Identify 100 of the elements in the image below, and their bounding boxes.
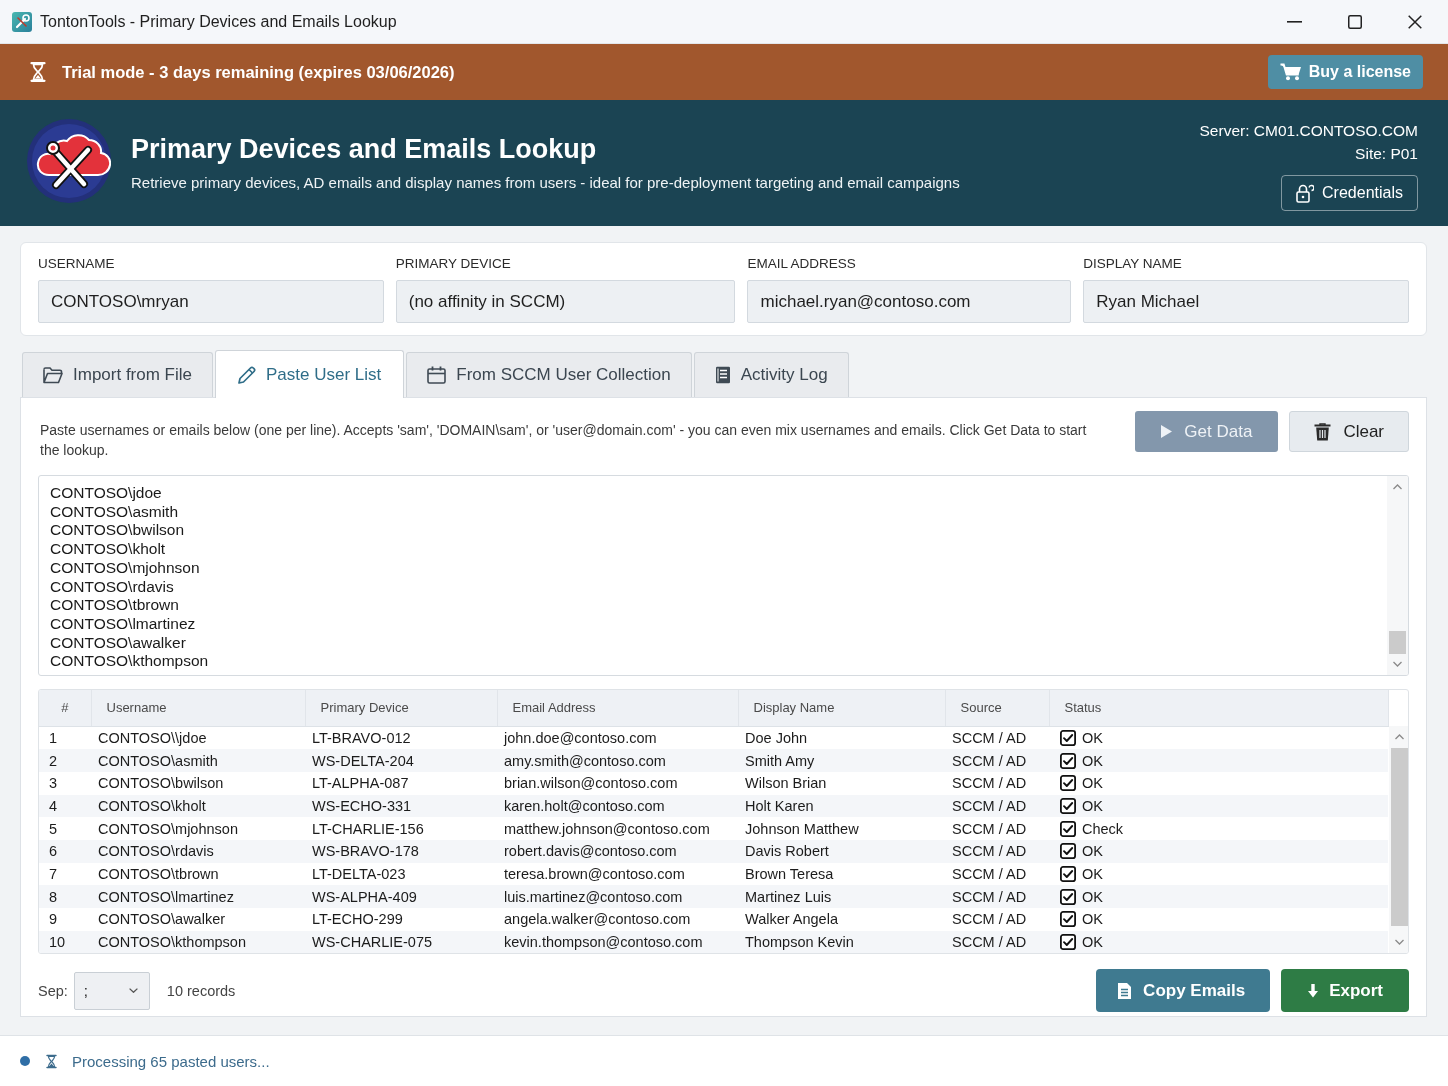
checkbox-tick-icon xyxy=(1060,865,1076,882)
credentials-button[interactable]: Credentials xyxy=(1281,175,1418,211)
status-cell: OK xyxy=(1049,930,1388,953)
cloud-tools-logo-icon xyxy=(27,119,111,203)
column-header: Status xyxy=(1049,690,1388,726)
tab[interactable]: Activity Log xyxy=(693,352,849,397)
table-cell: LT-ALPHA-087 xyxy=(305,771,497,795)
minimize-icon[interactable] xyxy=(1287,20,1302,23)
table-cell: 10 xyxy=(39,930,91,953)
table-cell: CONTOSO\awalker xyxy=(91,908,305,931)
table-cell: kevin.thompson@contoso.com xyxy=(497,930,738,953)
tab[interactable]: Import from File xyxy=(22,352,214,397)
maximize-icon[interactable] xyxy=(1348,14,1362,29)
status-cell: OK xyxy=(1049,862,1388,886)
table-cell: SCCM / AD xyxy=(945,839,1049,863)
status-cell: OK xyxy=(1049,794,1388,818)
table-cell: LT-CHARLIE-156 xyxy=(305,817,497,840)
pasted-line: CONTOSO\tbrown xyxy=(50,596,179,615)
table-cell: LT-BRAVO-012 xyxy=(305,726,497,750)
table-cell: WS-CHARLIE-075 xyxy=(305,930,497,953)
field-label: DISPLAY NAME xyxy=(1083,256,1182,272)
table-cell: CONTOSO\lmartinez xyxy=(91,885,305,908)
pasted-line: CONTOSO\asmith xyxy=(50,502,179,522)
status-text: Processing 65 pasted users... xyxy=(72,1052,270,1070)
paste-text-area[interactable]: CONTOSO\jdoe CONTOSO\asmith CONTOSO\bwilson CONTOSO\kholt CONTOSO\mjohnson CONTOSO\rdavis CONTOSO\tbrown CONTOSO\lmartinez CONTOSO\awalker CONTOSO\kthompson xyxy=(38,475,1409,676)
table-cell: Johnson Matthew xyxy=(738,817,945,840)
table-cell: SCCM / AD xyxy=(945,771,1049,795)
page-title: Primary Devices and Emails Lookup xyxy=(131,133,598,166)
checkbox-tick-icon xyxy=(1060,820,1076,837)
hourglass-icon xyxy=(30,62,46,82)
pasted-line: CONTOSO\jdoe xyxy=(50,484,162,503)
table-cell: luis.martinez@contoso.com xyxy=(497,885,738,908)
table-cell: karen.holt@contoso.com xyxy=(497,794,738,818)
pasted-line: CONTOSO\rdavis xyxy=(50,577,174,597)
vertical-scrollbar[interactable] xyxy=(1388,726,1408,953)
primary-device-field[interactable]: (no affinity in SCCM) xyxy=(395,280,736,323)
checkbox-tick-icon xyxy=(1060,843,1076,860)
status-cell: OK xyxy=(1049,908,1388,931)
table-cell: SCCM / AD xyxy=(945,908,1049,931)
field-label: EMAIL ADDRESS xyxy=(747,256,856,272)
export-button[interactable]: Export xyxy=(1281,969,1409,1012)
buy-license-button[interactable]: Buy a license xyxy=(1267,55,1423,89)
site-label: Site: P01 xyxy=(1355,144,1418,164)
trash-icon xyxy=(1314,422,1332,441)
vertical-scrollbar[interactable] xyxy=(1387,476,1408,675)
field-label: PRIMARY DEVICE xyxy=(395,256,511,272)
table-cell: Martinez Luis xyxy=(738,885,945,908)
table-cell: 6 xyxy=(39,839,91,863)
caret-icon xyxy=(128,988,138,993)
tab[interactable]: From SCCM User Collection xyxy=(406,352,692,397)
table-cell: Brown Teresa xyxy=(738,862,945,886)
display-name-field[interactable]: Ryan Michael xyxy=(1083,280,1409,323)
table-cell: SCCM / AD xyxy=(945,749,1049,772)
table-cell: CONTOSO\asmith xyxy=(91,749,305,772)
table-cell: 2 xyxy=(39,749,91,772)
table-cell: SCCM / AD xyxy=(945,817,1049,840)
pasted-line: CONTOSO\mjohnson xyxy=(50,558,200,578)
clear-button[interactable]: Clear xyxy=(1289,411,1409,452)
record-count: 10 records xyxy=(166,982,236,999)
table-cell: brian.wilson@contoso.com xyxy=(497,771,738,795)
trial-message: Trial mode - 3 days remaining (expires 03/06/2026) xyxy=(62,62,455,82)
table-cell: CONTOSO\mjohnson xyxy=(91,817,305,840)
table-cell: CONTOSO\bwilson xyxy=(91,771,305,795)
table-cell: WS-ALPHA-409 xyxy=(305,885,497,908)
tab[interactable]: Paste User List xyxy=(215,350,405,398)
copy-emails-button[interactable]: Copy Emails xyxy=(1096,969,1271,1012)
table-cell: CONTOSO\\jdoe xyxy=(91,726,305,750)
table-cell: 3 xyxy=(39,771,91,795)
checkbox-tick-icon xyxy=(1060,797,1076,814)
page-subtitle: Retrieve primary devices, AD emails and display names from users - ideal for pre-deployment targeting and email campaigns xyxy=(131,174,960,192)
table-cell: robert.davis@contoso.com xyxy=(497,839,738,863)
cart-icon xyxy=(1279,63,1302,81)
table-cell: amy.smith@contoso.com xyxy=(497,749,738,772)
table-cell: CONTOSO\rdavis xyxy=(91,839,305,863)
checkbox-tick-icon xyxy=(1060,729,1076,746)
table-cell: CONTOSO\kthompson xyxy=(91,930,305,953)
table-cell: 8 xyxy=(39,885,91,908)
table-cell: 9 xyxy=(39,908,91,931)
play-icon xyxy=(1161,425,1173,438)
status-dot-icon xyxy=(20,1056,30,1066)
document-icon xyxy=(1117,981,1133,1000)
table-cell: WS-ECHO-331 xyxy=(305,794,497,818)
table-cell: SCCM / AD xyxy=(945,726,1049,750)
field-label: USERNAME xyxy=(38,256,115,272)
lock-icon xyxy=(1296,183,1315,203)
app-icon xyxy=(12,11,32,32)
table-cell: SCCM / AD xyxy=(945,885,1049,908)
notebook-icon xyxy=(714,366,731,384)
separator-select[interactable]: ; xyxy=(73,971,150,1010)
table-cell: SCCM / AD xyxy=(945,930,1049,953)
email-field[interactable]: michael.ryan@contoso.com xyxy=(747,280,1072,323)
table-cell: Wilson Brian xyxy=(738,771,945,795)
username-field[interactable]: CONTOSO\mryan xyxy=(38,280,384,323)
table-cell: Walker Angela xyxy=(738,908,945,931)
status-cell: OK xyxy=(1049,839,1388,863)
table-cell: Doe John xyxy=(738,726,945,750)
status-cell: OK xyxy=(1049,885,1388,908)
checkbox-tick-icon xyxy=(1060,775,1076,792)
close-icon[interactable] xyxy=(1408,14,1422,29)
column-header: Primary Device xyxy=(305,690,497,726)
